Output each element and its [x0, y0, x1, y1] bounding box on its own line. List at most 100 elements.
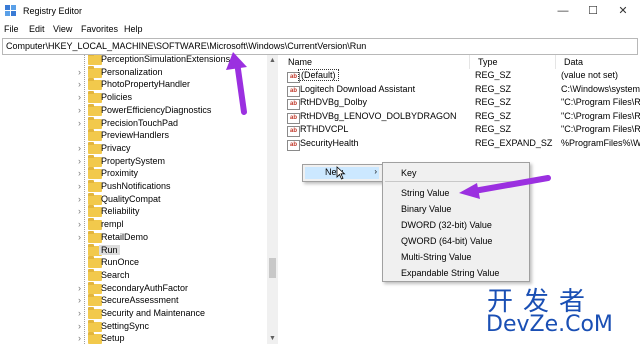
scroll-thumb[interactable] [269, 258, 276, 278]
address-bar[interactable]: Computer\HKEY_LOCAL_MACHINE\SOFTWARE\Mic… [2, 38, 638, 55]
tree-item[interactable]: › SecondaryAuthFactor [78, 281, 267, 296]
submenu-qword-value[interactable]: QWORD (64-bit) Value [401, 236, 492, 246]
scroll-up-icon[interactable]: ▲ [267, 55, 278, 66]
tree-item-label: Personalization [101, 66, 163, 77]
value-row[interactable]: ab RtHDVBg_LENOVO_DOLBYDRAGON REG_SZ "C:\Pr… [280, 111, 640, 124]
tree-item-label: RetailDemo [101, 231, 149, 242]
tree-item[interactable]: › Proximity [78, 167, 267, 181]
tree-item[interactable]: Run [78, 243, 267, 258]
expand-chevron-icon[interactable]: › [78, 80, 85, 89]
maximize-button[interactable]: ☐ [578, 2, 608, 20]
submenu-expandable-string-value[interactable]: Expandable String Value [401, 268, 499, 278]
expand-chevron-icon[interactable]: › [78, 309, 85, 318]
minimize-button[interactable]: — [548, 2, 578, 20]
value-row[interactable]: ab (Default) REG_SZ (value not set) [280, 69, 640, 83]
expand-chevron-icon[interactable]: › [78, 296, 85, 305]
submenu-key[interactable]: Key [401, 168, 417, 178]
tree-item[interactable]: Search [78, 268, 267, 283]
tree-item[interactable]: › PowerEfficiencyDiagnostics [78, 103, 267, 118]
tree-item[interactable]: RunOnce [78, 256, 267, 270]
submenu-arrow-icon: › [374, 167, 377, 176]
tree-item[interactable]: › PrecisionTouchPad [78, 116, 267, 131]
value-type: REG_SZ [475, 83, 512, 94]
value-data: C:\Windows\system [561, 83, 640, 94]
submenu-dword-value[interactable]: DWORD (32-bit) Value [401, 220, 492, 230]
expand-chevron-icon[interactable]: › [78, 93, 85, 102]
submenu-binary-value[interactable]: Binary Value [401, 204, 451, 214]
expand-chevron-icon[interactable]: › [78, 67, 85, 76]
value-row[interactable]: ab RtHDVBg_Dolby REG_SZ "C:\Program Files\R… [280, 97, 640, 111]
tree-item-label: PowerEfficiencyDiagnostics [101, 104, 212, 115]
tree-item[interactable]: › PhotoPropertyHandler [78, 78, 267, 92]
tree-item[interactable]: PreviewHandlers [78, 129, 267, 143]
menu-bar: File Edit View Favorites Help [0, 22, 640, 37]
tree-item[interactable]: › RetailDemo [78, 230, 267, 245]
address-path: Computer\HKEY_LOCAL_MACHINE\SOFTWARE\Mic… [6, 41, 367, 51]
title-bar: Registry Editor — ☐ ✕ [0, 0, 640, 22]
value-row[interactable]: ab Logitech Download Assistant REG_SZ C:\Wi… [280, 84, 640, 97]
column-header-type[interactable]: Type [470, 55, 556, 69]
expand-chevron-icon[interactable]: › [78, 334, 85, 343]
tree-item[interactable]: › PropertySystem [78, 154, 267, 169]
scroll-down-icon[interactable]: ▼ [267, 333, 278, 344]
expand-chevron-icon[interactable]: › [78, 232, 85, 241]
expand-chevron-icon[interactable]: › [78, 220, 85, 229]
submenu-string-value[interactable]: String Value [401, 188, 449, 198]
tree-scrollbar[interactable]: ▲ ▼ [267, 55, 278, 344]
tree-item-label: SettingSync [101, 320, 150, 331]
tree-item[interactable]: › Personalization [78, 65, 267, 80]
tree-item[interactable]: › QualityCompat [78, 192, 267, 207]
expand-chevron-icon[interactable]: › [78, 194, 85, 203]
string-value-icon: ab [287, 126, 300, 138]
tree-item[interactable]: › Policies [78, 91, 267, 105]
tree-item[interactable]: › PushNotifications [78, 180, 267, 194]
value-row[interactable]: ab SecurityHealth REG_EXPAND_SZ %ProgramFil… [280, 138, 640, 151]
mouse-cursor-icon [336, 166, 346, 180]
tree-item[interactable]: › SettingSync [78, 319, 267, 334]
expand-chevron-icon[interactable]: › [78, 207, 85, 216]
tree-item-label: PerceptionSimulationExtensions [101, 55, 231, 64]
tree-item-label: PushNotifications [101, 181, 171, 191]
tree-item-label: PhotoPropertyHandler [101, 79, 191, 90]
value-data: "C:\Program Files\Re [561, 97, 640, 108]
string-value-icon: ab [287, 85, 300, 97]
value-type: REG_SZ [475, 97, 512, 108]
tree-item[interactable]: › SecureAssessment [78, 294, 267, 308]
new-submenu: Key String Value Binary Value DWORD (32-… [382, 162, 530, 282]
expand-chevron-icon[interactable]: › [78, 143, 85, 152]
value-data: "C:\Program Files\Re [561, 110, 640, 121]
tree-item[interactable]: › Security and Maintenance [78, 307, 267, 321]
submenu-multi-string-value[interactable]: Multi-String Value [401, 252, 471, 262]
watermark-en: DevZe.CoM [486, 312, 613, 337]
value-name: RtHDVBg_Dolby [300, 97, 368, 108]
close-button[interactable]: ✕ [608, 2, 638, 20]
expand-chevron-icon[interactable]: › [78, 169, 85, 178]
value-name: Logitech Download Assistant [300, 83, 416, 94]
tree-item-label: SecondaryAuthFactor [101, 282, 189, 293]
tree-item-label: RunOnce [101, 257, 140, 268]
value-type: REG_SZ [475, 110, 512, 121]
tree-item[interactable]: › rempl [78, 218, 267, 232]
expand-chevron-icon[interactable]: › [78, 283, 85, 292]
tree-item-label: Policies [101, 92, 133, 103]
menu-file[interactable]: File [4, 24, 19, 34]
tree-item[interactable]: › Privacy [78, 141, 267, 156]
value-row[interactable]: ab RTHDVCPL REG_SZ "C:\Program Files\Re [280, 124, 640, 138]
tree-item[interactable]: › Setup [78, 332, 267, 344]
column-header-name[interactable]: Name [280, 55, 470, 69]
expand-chevron-icon[interactable]: › [78, 182, 85, 191]
tree-item[interactable]: PerceptionSimulationExtensions [78, 55, 267, 67]
tree-item[interactable]: › Reliability [78, 205, 267, 219]
tree-item-label: PrecisionTouchPad [101, 117, 179, 128]
menu-favorites[interactable]: Favorites [81, 24, 118, 34]
expand-chevron-icon[interactable]: › [78, 156, 85, 165]
expand-chevron-icon[interactable]: › [78, 321, 85, 330]
tree-item-label: Security and Maintenance [101, 308, 206, 318]
column-header-data[interactable]: Data [556, 55, 640, 69]
menu-help[interactable]: Help [124, 24, 143, 34]
menu-edit[interactable]: Edit [29, 24, 45, 34]
menu-view[interactable]: View [53, 24, 72, 34]
submenu-separator [385, 181, 525, 182]
expand-chevron-icon[interactable]: › [78, 118, 85, 127]
expand-chevron-icon[interactable]: › [78, 105, 85, 114]
